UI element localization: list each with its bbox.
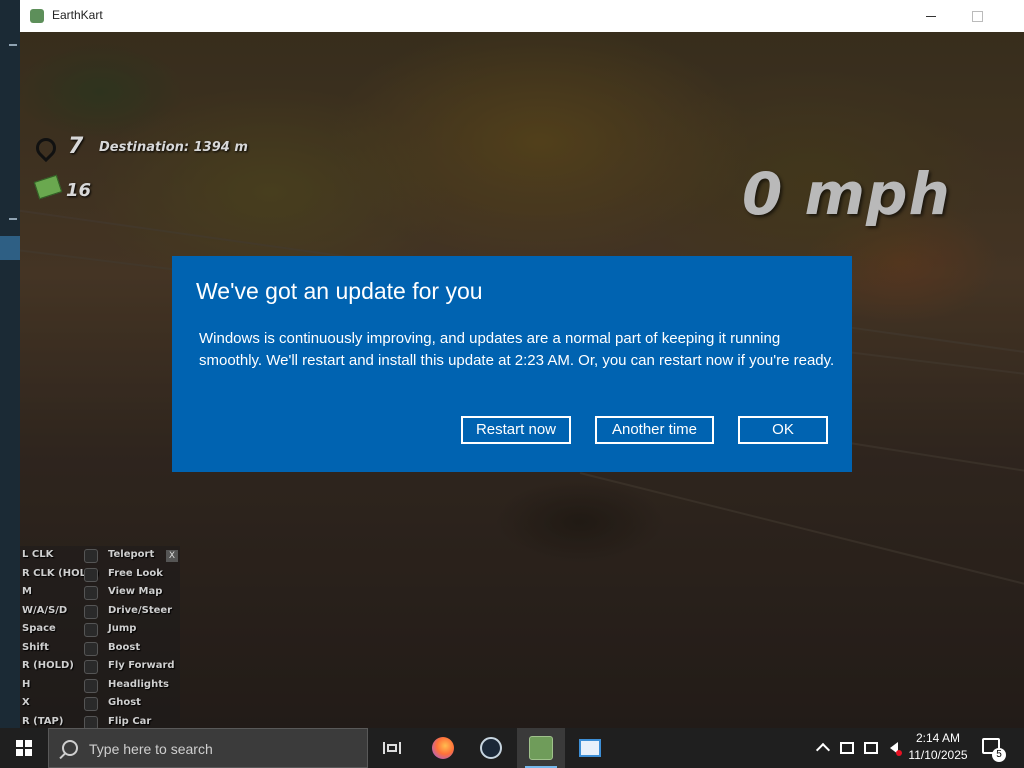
control-key: R (TAP) — [22, 715, 64, 727]
windows-logo-icon — [16, 740, 32, 756]
controls-row: R (TAP) Flip Car — [20, 713, 180, 728]
steam-icon — [480, 737, 502, 759]
control-action: Fly Forward — [108, 660, 175, 671]
control-action: Free Look — [108, 567, 163, 579]
task-view-button[interactable] — [368, 728, 416, 768]
maximize-icon — [971, 10, 983, 22]
mouse-left-icon — [84, 549, 98, 563]
steering-icon — [84, 604, 98, 619]
jump-icon — [84, 623, 98, 637]
hud-cash-count: 16 — [66, 180, 92, 201]
clock-date: 11/10/2025 — [908, 748, 968, 762]
dialog-message: Windows is continuously improving, and u… — [199, 330, 835, 369]
taskbar-app-steam[interactable] — [467, 728, 515, 768]
taskbar-search[interactable] — [48, 728, 368, 768]
firefox-icon — [432, 737, 454, 759]
update-dialog: We've got an update for you Windows is c… — [172, 256, 852, 472]
control-action: Jump — [108, 623, 137, 634]
background-window-edge — [0, 0, 20, 728]
taskbar-clock[interactable]: 2:14 AM 11/10/2025 — [904, 728, 972, 768]
another-time-button[interactable]: Another time — [595, 416, 714, 444]
security-icon — [840, 742, 854, 754]
controls-row: W/A/S/D Drive/Steer — [20, 602, 180, 620]
ghost-icon — [84, 697, 98, 711]
hud-level: 7 — [68, 134, 84, 159]
network-icon — [864, 742, 878, 754]
hud-destination: Destination: 1394 m — [99, 140, 248, 155]
search-icon — [62, 740, 78, 756]
speedometer: 0 mph — [742, 160, 951, 228]
control-action: Headlights — [108, 678, 169, 690]
task-view-icon — [383, 742, 401, 754]
window-titlebar[interactable]: EarthKart — [20, 0, 1024, 33]
controls-row: H Headlights — [20, 676, 180, 694]
taskbar-app-notes[interactable] — [566, 728, 614, 768]
taskbar-app-firefox[interactable] — [419, 728, 467, 768]
mouse-right-icon — [84, 567, 98, 582]
controls-row: Space Jump — [20, 620, 180, 638]
controls-row: M View Map — [20, 583, 180, 601]
controls-row: R CLK (HOLD) Free Look — [20, 565, 180, 583]
control-action: Boost — [108, 641, 141, 653]
earthkart-icon — [529, 736, 553, 760]
control-key: X — [22, 697, 30, 708]
taskbar-app-earthkart[interactable] — [517, 728, 565, 768]
controls-row: X Ghost — [20, 694, 180, 712]
muted-indicator — [896, 750, 902, 756]
tray-volume[interactable] — [884, 728, 904, 768]
maximize-button[interactable] — [954, 0, 1000, 32]
controls-row: L CLK Teleport — [20, 546, 180, 564]
background-window-divider — [9, 44, 17, 46]
control-key: Shift — [22, 641, 49, 653]
control-key: L CLK — [22, 549, 54, 560]
control-key: W/A/S/D — [22, 604, 68, 616]
window-title: EarthKart — [52, 8, 103, 22]
tray-network[interactable] — [860, 728, 882, 768]
minimize-button[interactable] — [908, 0, 954, 32]
start-button[interactable] — [0, 728, 48, 768]
dialog-title: We've got an update for you — [196, 278, 483, 304]
control-key: R (HOLD) — [22, 660, 74, 671]
restart-now-button[interactable]: Restart now — [461, 416, 571, 444]
boost-icon — [84, 641, 98, 656]
notes-icon — [579, 739, 601, 757]
show-hidden-icons-button[interactable] — [812, 728, 834, 768]
map-icon — [84, 586, 98, 600]
clock-time: 2:14 AM — [915, 731, 961, 745]
controls-panel: X L CLK Teleport R CLK (HOLD) Free Look M Vie… — [20, 546, 180, 728]
headlights-icon — [84, 678, 98, 693]
control-key: Space — [22, 623, 56, 634]
control-key: M — [22, 586, 32, 597]
control-action: Flip Car — [108, 715, 152, 727]
background-window-divider — [9, 218, 17, 220]
search-input[interactable] — [87, 738, 361, 760]
chevron-up-icon — [815, 742, 831, 758]
control-action: Teleport — [108, 549, 155, 560]
controls-row: Shift Boost — [20, 639, 180, 657]
notification-count-badge: 5 — [992, 748, 1006, 762]
flip-icon — [84, 715, 98, 728]
control-key: H — [22, 678, 31, 690]
control-action: View Map — [108, 586, 163, 597]
fly-icon — [84, 660, 98, 674]
control-action: Drive/Steer — [108, 604, 173, 616]
tray-security[interactable] — [836, 728, 858, 768]
controls-row: R (HOLD) Fly Forward — [20, 657, 180, 675]
taskbar: 2:14 AM 11/10/2025 5 — [0, 728, 1024, 768]
minimize-icon — [926, 15, 936, 17]
background-window-selection — [0, 236, 20, 260]
ok-button[interactable]: OK — [738, 416, 828, 444]
control-action: Ghost — [108, 697, 141, 708]
earthkart-icon — [30, 9, 44, 23]
